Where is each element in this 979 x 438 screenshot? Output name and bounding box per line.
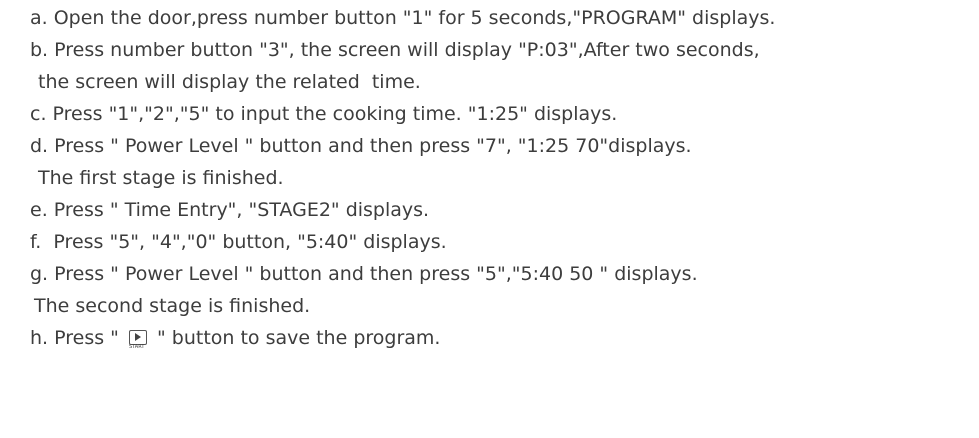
instruction-document: a. Open the door,press number button "1"… (0, 0, 979, 438)
step-h-suffix: " button to save the program. (150, 327, 441, 349)
step-g: g. Press " Power Level " button and then… (30, 263, 698, 285)
step-c: c. Press "1","2","5" to input the cookin… (30, 103, 618, 125)
step-h: h. Press " START " button to save the pr… (30, 326, 440, 350)
start-button-icon: START (127, 330, 149, 350)
step-g-continued: The second stage is finished. (34, 295, 311, 317)
step-d-continued: The first stage is finished. (38, 167, 284, 189)
step-e: e. Press " Time Entry", "STAGE2" display… (30, 199, 430, 221)
play-triangle-icon (134, 333, 141, 341)
step-a: a. Open the door,press number button "1"… (30, 7, 776, 29)
step-h-prefix: h. Press " (30, 327, 125, 349)
step-b: b. Press number button "3", the screen w… (30, 39, 760, 61)
step-b-continued: the screen will display the related time… (38, 71, 421, 93)
step-d: d. Press " Power Level " button and then… (30, 135, 692, 157)
step-f: f. Press "5", "4","0" button, "5:40" dis… (30, 231, 447, 253)
start-icon-label: START (128, 344, 145, 350)
